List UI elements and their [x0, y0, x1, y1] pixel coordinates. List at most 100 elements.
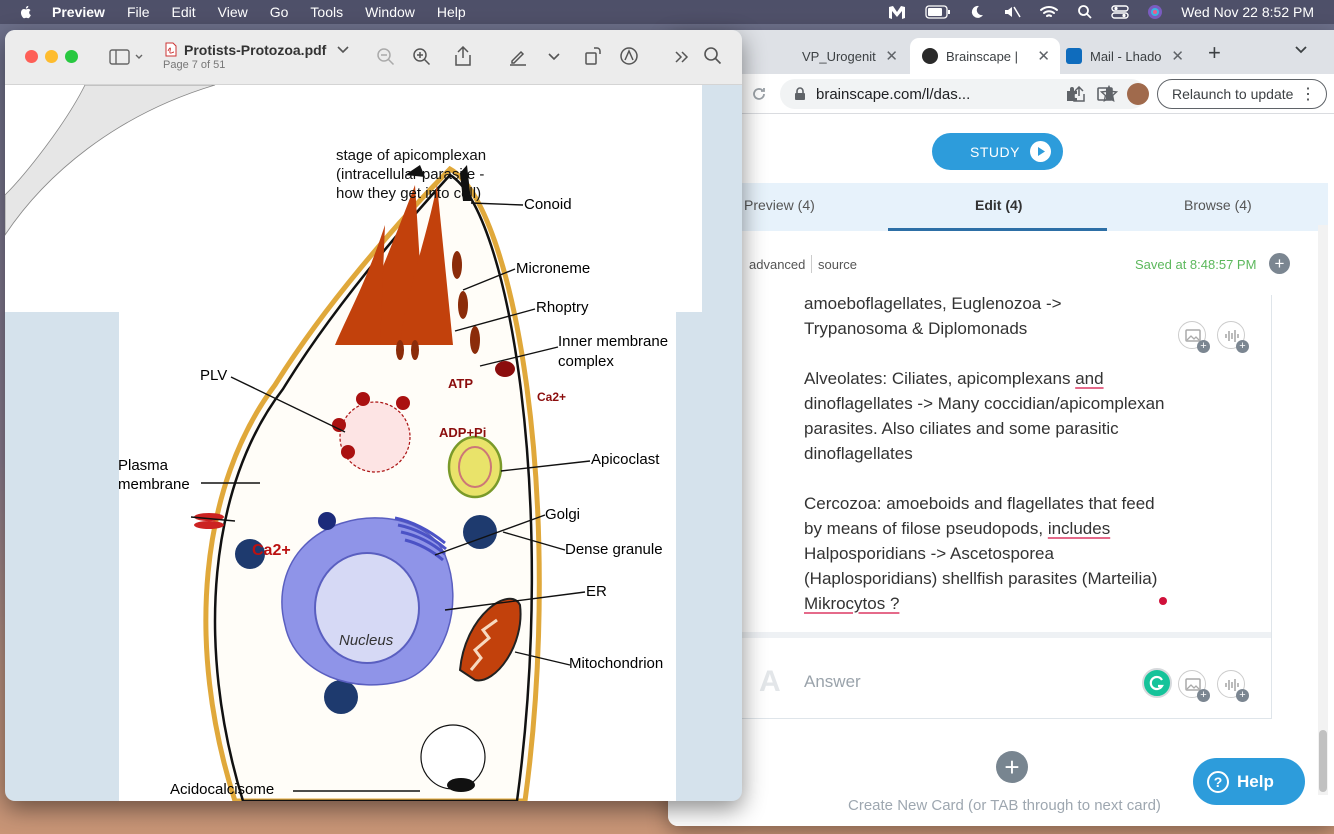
tab-edit[interactable]: Edit (4): [975, 197, 1022, 213]
label-dense-granule: Dense granule: [565, 541, 663, 558]
markup-pen-icon[interactable]: [508, 47, 528, 67]
lock-icon[interactable]: [794, 87, 806, 101]
minimize-window-button[interactable]: [45, 50, 58, 63]
study-button[interactable]: STUDY: [932, 133, 1063, 170]
label-inner-membrane: Inner membrane: [558, 333, 669, 350]
relaunch-button[interactable]: Relaunch to update ⋮: [1157, 79, 1327, 109]
mode-source[interactable]: source: [818, 257, 857, 272]
unsaved-dot: [1159, 597, 1167, 605]
tab-vp-urogenital[interactable]: VP_Urogenit ✕: [782, 38, 908, 74]
add-audio-button[interactable]: +: [1217, 321, 1249, 353]
question-field[interactable]: amoeboflagellates, Euglenozoa -> Trypanos…: [804, 291, 1204, 641]
menu-file[interactable]: File: [127, 4, 150, 20]
tab-mail[interactable]: Mail - Lhado ✕: [1064, 38, 1194, 74]
question-line: Mikrocytos ?: [804, 594, 899, 613]
help-button[interactable]: ? Help: [1193, 758, 1305, 805]
label-inner-membrane-2: complex: [558, 353, 614, 370]
label-nucleus: Nucleus: [339, 632, 394, 649]
zoom-out-icon[interactable]: [376, 47, 396, 67]
search-icon[interactable]: [703, 46, 723, 66]
wifi-icon[interactable]: [1039, 4, 1059, 20]
menu-view[interactable]: View: [218, 4, 248, 20]
active-tab-indicator: [888, 228, 1107, 231]
close-icon[interactable]: ✕: [1171, 47, 1184, 65]
chevron-down-icon[interactable]: [548, 52, 560, 62]
markup-toolbar-icon[interactable]: [619, 46, 639, 66]
create-card-label[interactable]: Create New Card (or TAB through to next …: [848, 797, 1161, 814]
label-golgi: Golgi: [545, 506, 581, 523]
close-icon[interactable]: ✕: [885, 47, 898, 65]
answer-field[interactable]: Answer: [804, 672, 861, 692]
label-acidocalcisome: Acidocalcisome: [170, 781, 275, 798]
status-area: Wed Nov 22 8:52 PM: [887, 0, 1314, 24]
clock[interactable]: Wed Nov 22 8:52 PM: [1181, 4, 1314, 20]
question-line: Trypanosoma & Diplomonads: [804, 319, 1028, 338]
question-line: Cercozoa: amoeboids and flagellates that…: [804, 494, 1155, 513]
question-line: by means of filose pseudopods, includes: [804, 519, 1111, 538]
malwarebytes-icon[interactable]: [887, 4, 907, 20]
address-bar[interactable]: brainscape.com/l/das...: [780, 79, 1146, 109]
reload-icon[interactable]: [750, 85, 768, 103]
scrollbar-thumb[interactable]: [1319, 730, 1327, 792]
add-button[interactable]: +: [1269, 253, 1290, 274]
brainscape-page: STUDY Preview (4) Edit (4) Browse (4) ad…: [668, 115, 1334, 826]
question-paragraph: amoeboflagellates, Euglenozoa -> Trypanos…: [804, 291, 1204, 341]
add-image-button[interactable]: +: [1178, 670, 1210, 702]
create-card-button[interactable]: +: [996, 751, 1028, 783]
label-mitochondrion: Mitochondrion: [569, 655, 664, 672]
caption-line: how they get into cell): [336, 185, 482, 202]
add-audio-button[interactable]: +: [1217, 670, 1249, 702]
siri-icon[interactable]: [1147, 4, 1163, 20]
sidepanel-icon[interactable]: [1096, 85, 1114, 103]
microneme: [396, 340, 404, 360]
mute-icon[interactable]: [1003, 4, 1021, 20]
label-ca2: Ca2+: [537, 390, 567, 404]
mode-advanced[interactable]: advanced: [749, 257, 805, 272]
moon-icon[interactable]: [969, 4, 985, 20]
spellcheck-word[interactable]: and: [1075, 369, 1103, 388]
chevron-down-icon[interactable]: [337, 45, 349, 55]
question-line: amoeboflagellates, Euglenozoa ->: [804, 294, 1062, 313]
close-icon[interactable]: ✕: [1037, 47, 1050, 65]
spellcheck-word[interactable]: Mikrocytos ?: [804, 594, 899, 613]
share-icon[interactable]: [454, 46, 472, 66]
rotate-icon[interactable]: [583, 46, 603, 66]
tab-browse[interactable]: Browse (4): [1184, 197, 1252, 213]
grammarly-icon[interactable]: [1142, 668, 1172, 698]
question-paragraph: Cercozoa: amoeboids and flagellates that…: [804, 491, 1204, 616]
control-center-icon[interactable]: [1111, 4, 1129, 20]
chevron-down-icon[interactable]: [1294, 42, 1308, 56]
menu-tools[interactable]: Tools: [310, 4, 343, 20]
spellcheck-word[interactable]: includes: [1048, 519, 1110, 538]
tab-brainscape[interactable]: Brainscape | ✕: [910, 38, 1060, 74]
close-window-button[interactable]: [25, 50, 38, 63]
sidebar-toggle-icon[interactable]: [109, 49, 145, 65]
new-tab-button[interactable]: +: [1208, 40, 1221, 66]
search-icon[interactable]: [1077, 4, 1093, 20]
menu-window[interactable]: Window: [365, 4, 415, 20]
more-tools-icon[interactable]: [673, 49, 689, 65]
apple-icon[interactable]: [18, 4, 34, 20]
kebab-menu-icon[interactable]: ⋮: [1300, 84, 1316, 104]
plus-icon: +: [1236, 689, 1249, 702]
document-filename[interactable]: Protists-Protozoa.pdf: [184, 42, 326, 58]
menu-app-name[interactable]: Preview: [52, 4, 105, 20]
plus-icon: +: [1197, 689, 1210, 702]
outlook-favicon-icon: [1066, 48, 1082, 64]
tab-preview[interactable]: Preview (4): [744, 197, 815, 213]
zoom-in-icon[interactable]: [412, 47, 432, 67]
menu-edit[interactable]: Edit: [172, 4, 196, 20]
zoom-window-button[interactable]: [65, 50, 78, 63]
add-image-button[interactable]: +: [1178, 321, 1210, 353]
previous-figure-fragment: [5, 85, 216, 236]
extensions-icon[interactable]: [1064, 85, 1082, 103]
menu-go[interactable]: Go: [270, 4, 289, 20]
question-line: Alveolates: Ciliates, apicomplexans and: [804, 369, 1104, 388]
scrollbar[interactable]: [1318, 225, 1328, 795]
pump-c: [396, 396, 410, 410]
tab-strip: VP_Urogenit ✕ Brainscape | ✕ Mail - Lhad…: [668, 30, 1334, 74]
pdf-page[interactable]: stage of apicomplexan (intracellular par…: [5, 85, 742, 801]
profile-avatar[interactable]: [1127, 83, 1149, 105]
battery-icon[interactable]: [925, 5, 951, 19]
menu-help[interactable]: Help: [437, 4, 466, 20]
